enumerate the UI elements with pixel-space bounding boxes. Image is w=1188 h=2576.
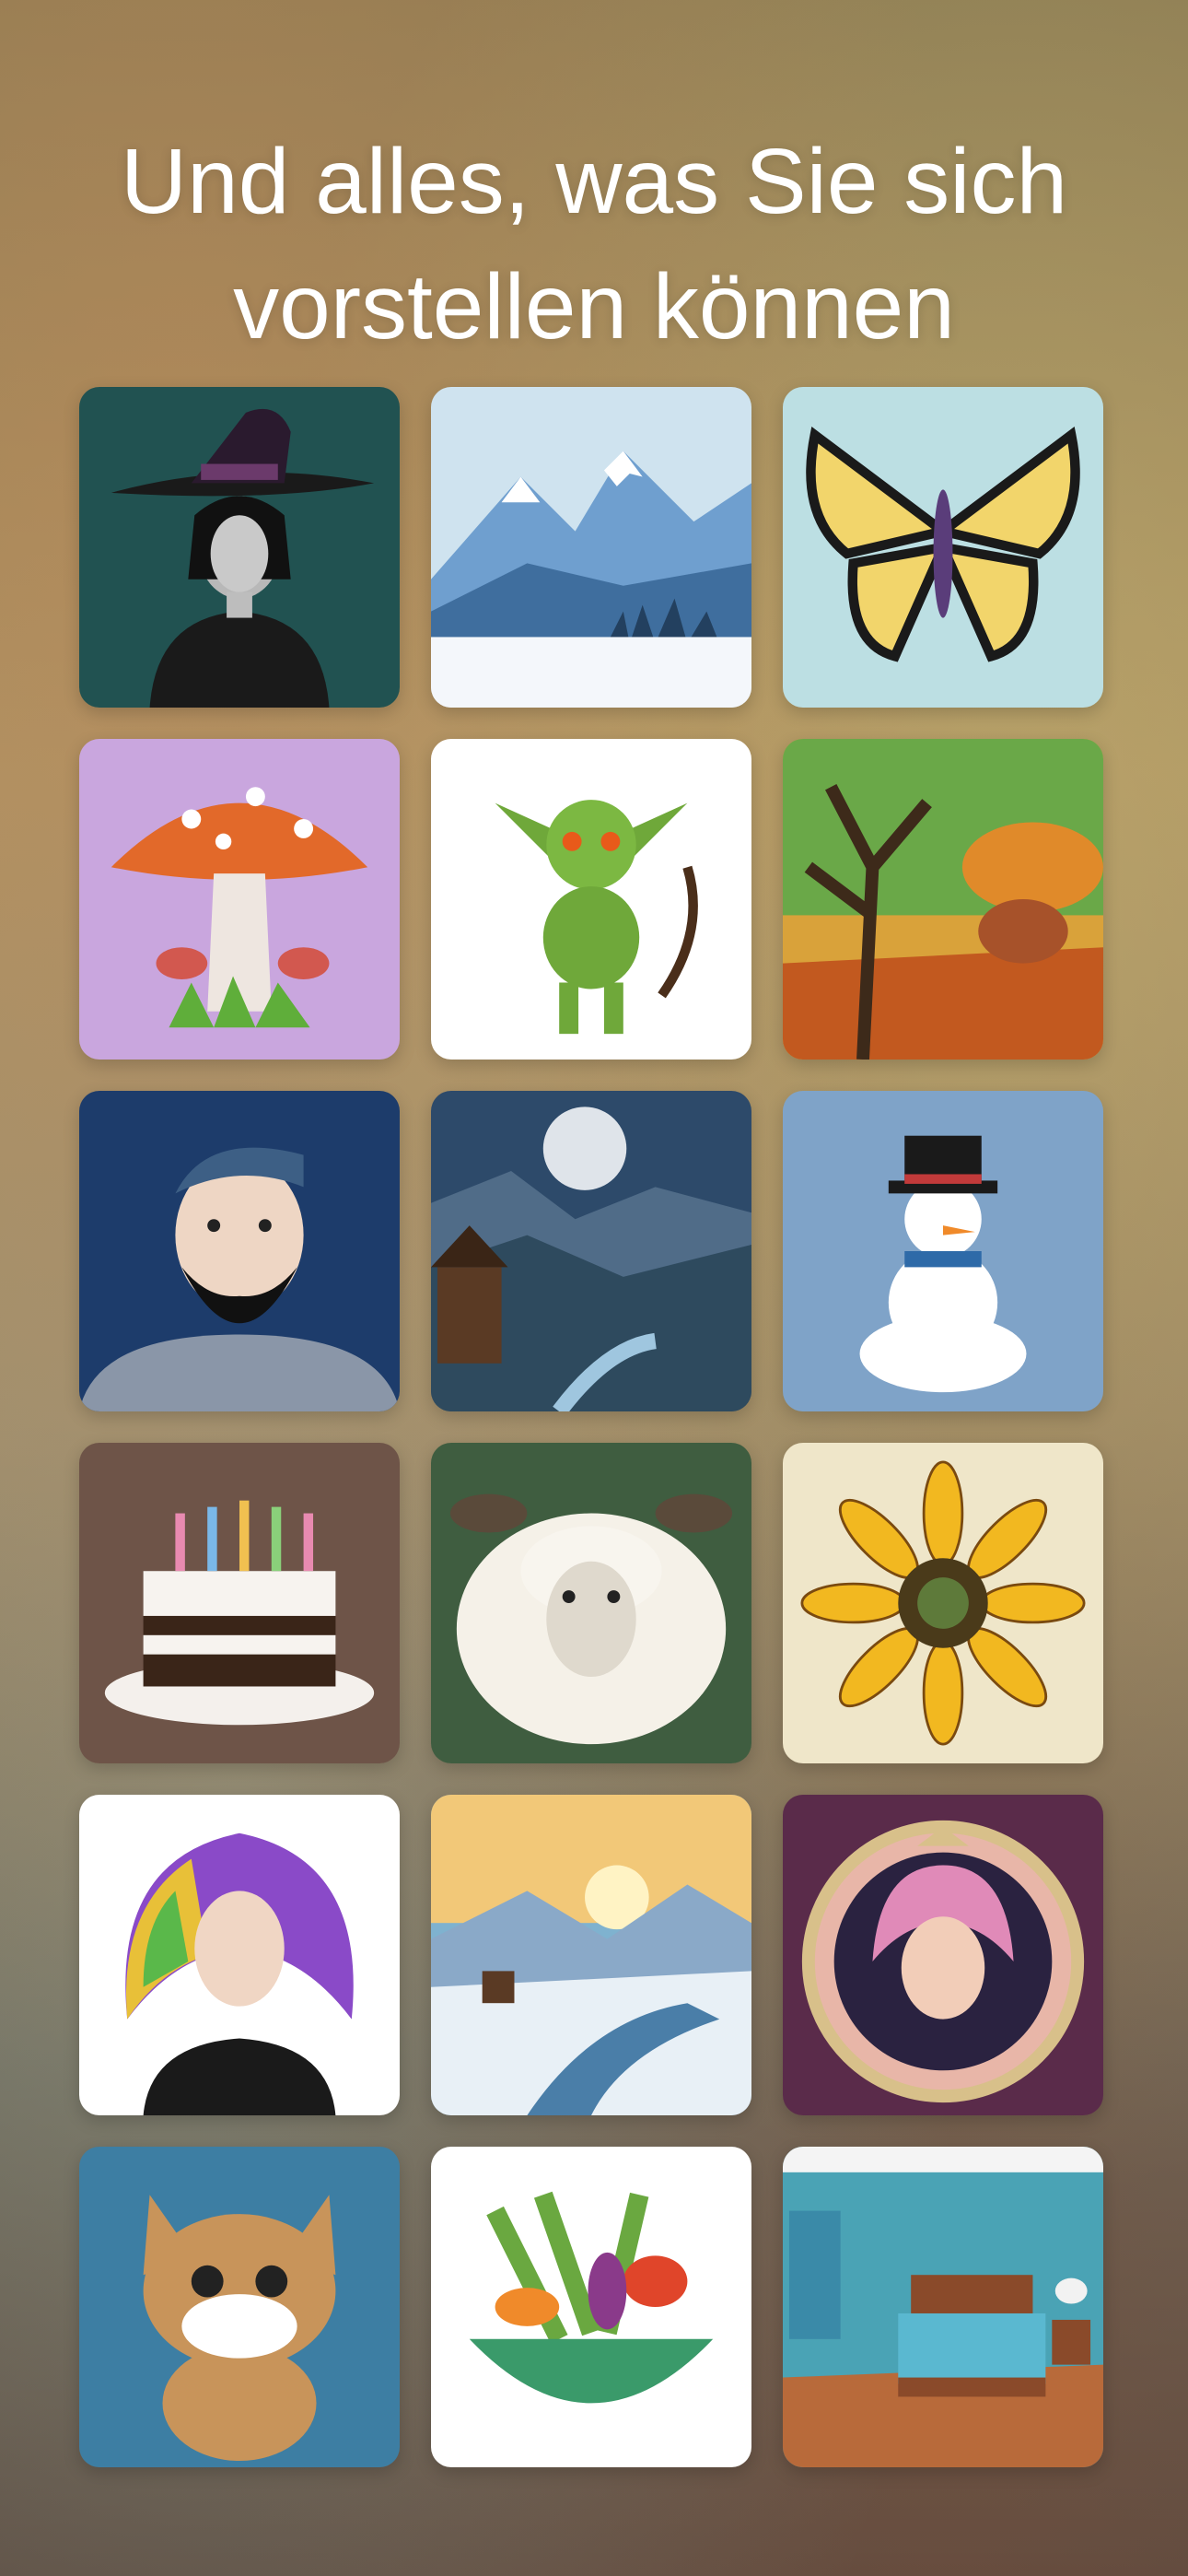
goblin-illustration[interactable] [431, 739, 751, 1060]
rainbow-hair-woman-illustration[interactable] [79, 1795, 400, 2115]
example-image-grid [79, 387, 1103, 2467]
page-title: Und alles, was Sie sich vorstellen könne… [0, 119, 1188, 369]
cat-illustration[interactable] [79, 2147, 400, 2467]
bearded-man-illustration[interactable] [79, 1091, 400, 1411]
page-title-line-1: Und alles, was Sie sich [120, 130, 1068, 233]
birthday-cake-illustration[interactable] [79, 1443, 400, 1763]
witch-illustration[interactable] [79, 387, 400, 708]
sheep-illustration[interactable] [431, 1443, 751, 1763]
autumn-tree-illustration[interactable] [783, 739, 1103, 1060]
sunflower-illustration[interactable] [783, 1443, 1103, 1763]
vegetable-bowl-illustration[interactable] [431, 2147, 751, 2467]
moonlit-valley-illustration[interactable] [431, 1091, 751, 1411]
art-deco-woman-illustration[interactable] [783, 1795, 1103, 2115]
butterfly-illustration[interactable] [783, 387, 1103, 708]
snowman-illustration[interactable] [783, 1091, 1103, 1411]
winter-river-illustration[interactable] [431, 1795, 751, 2115]
mushroom-illustration[interactable] [79, 739, 400, 1060]
page-title-line-2: vorstellen können [233, 255, 955, 358]
snowy-mountains-illustration[interactable] [431, 387, 751, 708]
bedroom-illustration[interactable] [783, 2147, 1103, 2467]
